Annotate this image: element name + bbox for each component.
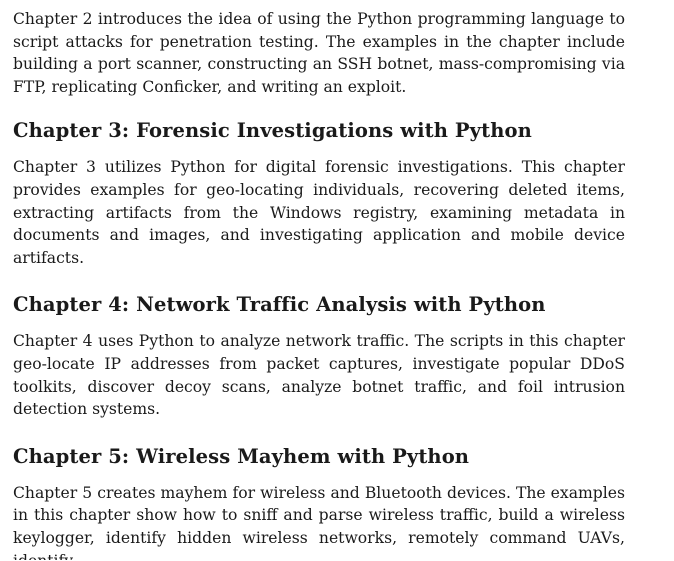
chapter-3-paragraph: Chapter 3 utilizes Python for digital fo… bbox=[13, 158, 625, 267]
chapter-4-heading: Chapter 4: Network Traffic Analysis with… bbox=[13, 293, 546, 317]
chapter-5-heading: Chapter 5: Wireless Mayhem with Python bbox=[13, 444, 470, 468]
chapter-3-heading: Chapter 3: Forensic Investigations with … bbox=[13, 119, 532, 143]
document-page: Chapter 2 introduces the idea of using t… bbox=[13, 8, 625, 560]
chapter-5-paragraph: Chapter 5 creates mayhem for wireless an… bbox=[13, 483, 625, 560]
chapter-5-paragraph-clip: Chapter 5 creates mayhem for wireless an… bbox=[13, 470, 625, 560]
chapter-4-paragraph: Chapter 4 uses Python to analyze network… bbox=[13, 332, 625, 419]
chapter-2-paragraph: Chapter 2 introduces the idea of using t… bbox=[13, 10, 625, 96]
